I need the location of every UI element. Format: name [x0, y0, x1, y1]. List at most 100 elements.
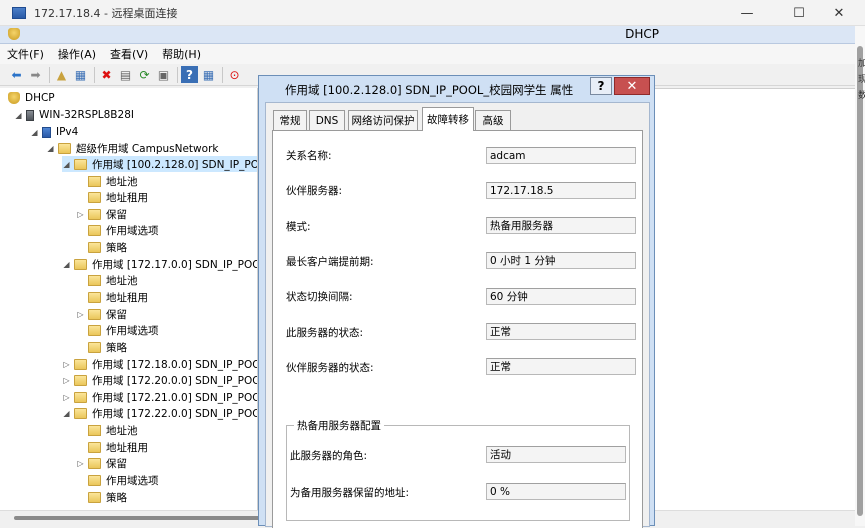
tree-node-address-pool[interactable]: 地址池	[88, 422, 138, 438]
menu-file[interactable]: 文件(F)	[0, 46, 51, 62]
dialog-title-bar: 作用域 [100.2.128.0] SDN_IP_POOL_校园网学生 属性 ?…	[259, 76, 654, 100]
tree-node-reservations[interactable]: ▷ 保留	[76, 206, 127, 222]
scrollbar-thumb[interactable]	[857, 46, 863, 516]
collapse-arrow-icon[interactable]: ◢	[46, 144, 55, 153]
folder-icon	[58, 142, 71, 154]
show-hide-tree-icon[interactable]: ▦	[72, 66, 89, 83]
scope-properties-dialog: 作用域 [100.2.128.0] SDN_IP_POOL_校园网学生 属性 ?…	[258, 75, 655, 528]
tab-dns[interactable]: DNS	[309, 110, 345, 130]
dialog-help-button[interactable]: ?	[590, 77, 612, 95]
expand-arrow-icon[interactable]: ▷	[76, 459, 85, 468]
minimize-button[interactable]: —	[724, 0, 770, 26]
tree-node-dhcp[interactable]: DHCP	[8, 90, 55, 106]
expand-arrow-icon[interactable]: ▷	[76, 210, 85, 219]
tree-node-address-leases[interactable]: 地址租用	[88, 189, 148, 205]
tree-node-scope[interactable]: ▷作用域 [172.20.0.0] SDN_IP_POOL_V	[62, 372, 257, 388]
scope-folder-icon	[74, 407, 87, 419]
tree-node-scope[interactable]: ◢作用域 [172.22.0.0] SDN_IP_POOL_教	[62, 405, 257, 421]
tree-node-reservations[interactable]: ▷ 保留	[76, 306, 127, 322]
tree-node-policies[interactable]: 策略	[88, 339, 127, 355]
help-icon[interactable]: ?	[181, 66, 198, 83]
refresh-icon[interactable]: ⟳	[136, 66, 153, 83]
mclt-value: 0 小时 1 分钟	[486, 252, 636, 269]
scope-folder-icon	[74, 258, 87, 270]
address-leases-icon	[88, 291, 101, 303]
tree-node-scope-options[interactable]: 作用域选项	[88, 472, 159, 488]
expand-arrow-icon[interactable]: ▷	[76, 310, 85, 319]
menu-view[interactable]: 查看(V)	[103, 46, 155, 62]
scope-options-icon	[88, 324, 101, 336]
tree-node-scope[interactable]: ▷作用域 [172.18.0.0] SDN_IP_POOL_v	[62, 356, 257, 372]
scope-options-icon	[88, 224, 101, 236]
tab-failover[interactable]: 故障转移	[422, 107, 474, 131]
tree-node-ipv4[interactable]: ◢ IPv4	[30, 124, 78, 140]
hot-standby-config-title: 热备用服务器配置	[294, 418, 384, 433]
collapse-arrow-icon[interactable]: ◢	[30, 128, 39, 137]
scope-folder-icon	[74, 358, 87, 370]
relation-name-value: adcam	[486, 147, 636, 164]
back-icon[interactable]: ⬅	[8, 66, 25, 83]
tree-node-address-pool[interactable]: 地址池	[88, 272, 138, 288]
delete-icon[interactable]: ✖	[98, 66, 115, 83]
reserved-addresses-value: 0 %	[486, 483, 626, 500]
export-list-icon[interactable]: ▣	[155, 66, 172, 83]
ipv4-icon	[42, 126, 51, 138]
tree-node-policies[interactable]: 策略	[88, 239, 127, 255]
collapse-arrow-icon[interactable]: ◢	[14, 111, 23, 120]
tree-node-address-pool[interactable]: 地址池	[88, 173, 138, 189]
tree-node-address-leases[interactable]: 地址租用	[88, 439, 148, 455]
tab-general[interactable]: 常规	[273, 110, 307, 130]
tree-node-reservations[interactable]: ▷ 保留	[76, 455, 127, 471]
partner-server-state-value: 正常	[486, 358, 636, 375]
reserved-addresses-label: 为备用服务器保留的地址:	[290, 487, 410, 499]
forward-icon[interactable]: ➡	[27, 66, 44, 83]
tree-node-scope-options[interactable]: 作用域选项	[88, 322, 159, 338]
reservations-icon	[88, 208, 101, 220]
properties-icon[interactable]: ▤	[117, 66, 134, 83]
tree-node-address-leases[interactable]: 地址租用	[88, 289, 148, 305]
address-pool-icon	[88, 424, 101, 436]
collapse-arrow-icon[interactable]: ◢	[62, 160, 71, 169]
dhcp-icon	[8, 92, 20, 104]
scope-folder-icon	[74, 158, 87, 170]
dialog-body: 常规 DNS 网络访问保护 故障转移 高级 关系名称: adcam 伙伴服务器:…	[265, 102, 650, 528]
expand-arrow-icon[interactable]: ▷	[62, 393, 71, 402]
reservations-icon	[88, 308, 101, 320]
relation-name-label: 关系名称:	[286, 150, 332, 162]
mode-value: 热备用服务器	[486, 217, 636, 234]
server-icon	[26, 109, 34, 121]
expand-arrow-icon[interactable]: ▷	[62, 360, 71, 369]
tree-node-policies[interactable]: 策略	[88, 489, 127, 505]
app-title: DHCP	[625, 27, 659, 41]
dialog-close-button[interactable]: ✕	[614, 77, 650, 95]
menu-help[interactable]: 帮助(H)	[155, 46, 208, 62]
address-pool-icon	[88, 274, 101, 286]
address-leases-icon	[88, 441, 101, 453]
tree-node-scope-options[interactable]: 作用域选项	[88, 222, 159, 238]
tab-nap[interactable]: 网络访问保护	[348, 110, 418, 130]
mode-label: 模式:	[286, 221, 311, 233]
action-pane-icon[interactable]: ▦	[200, 66, 217, 83]
collapse-arrow-icon[interactable]: ◢	[62, 260, 71, 269]
address-leases-icon	[88, 191, 101, 203]
policies-icon	[88, 241, 101, 253]
tree-node-server[interactable]: ◢ WIN-32RSPL8B28I	[14, 107, 134, 123]
tab-advanced[interactable]: 高级	[475, 110, 511, 130]
scope-folder-icon	[74, 374, 87, 386]
state-switch-interval-value: 60 分钟	[486, 288, 636, 305]
menu-action[interactable]: 操作(A)	[51, 46, 103, 62]
this-server-state-value: 正常	[486, 323, 636, 340]
up-folder-icon[interactable]: ▲	[53, 66, 70, 83]
close-button[interactable]: ✕	[816, 0, 862, 26]
tree-node-superscope[interactable]: ◢ 超级作用域 CampusNetwork	[46, 140, 218, 156]
rdp-title-bar: 172.17.18.4 - 远程桌面连接 — ☐ ✕	[0, 0, 865, 26]
tree-node-scope[interactable]: ◢作用域 [100.2.128.0] SDN_IP_POOL_	[62, 156, 257, 172]
stop-service-icon[interactable]: ⊙	[226, 66, 243, 83]
tree-node-scope[interactable]: ▷作用域 [172.21.0.0] SDN_IP_POOL_6	[62, 389, 257, 405]
this-server-state-label: 此服务器的状态:	[286, 327, 364, 339]
tree-node-scope[interactable]: ◢作用域 [172.17.0.0] SDN_IP_POOL_v	[62, 256, 257, 272]
hot-standby-config-group: 热备用服务器配置 此服务器的角色: 活动 为备用服务器保留的地址: 0 %	[286, 418, 630, 521]
collapse-arrow-icon[interactable]: ◢	[62, 409, 71, 418]
expand-arrow-icon[interactable]: ▷	[62, 376, 71, 385]
toolbar-separator	[222, 66, 223, 83]
